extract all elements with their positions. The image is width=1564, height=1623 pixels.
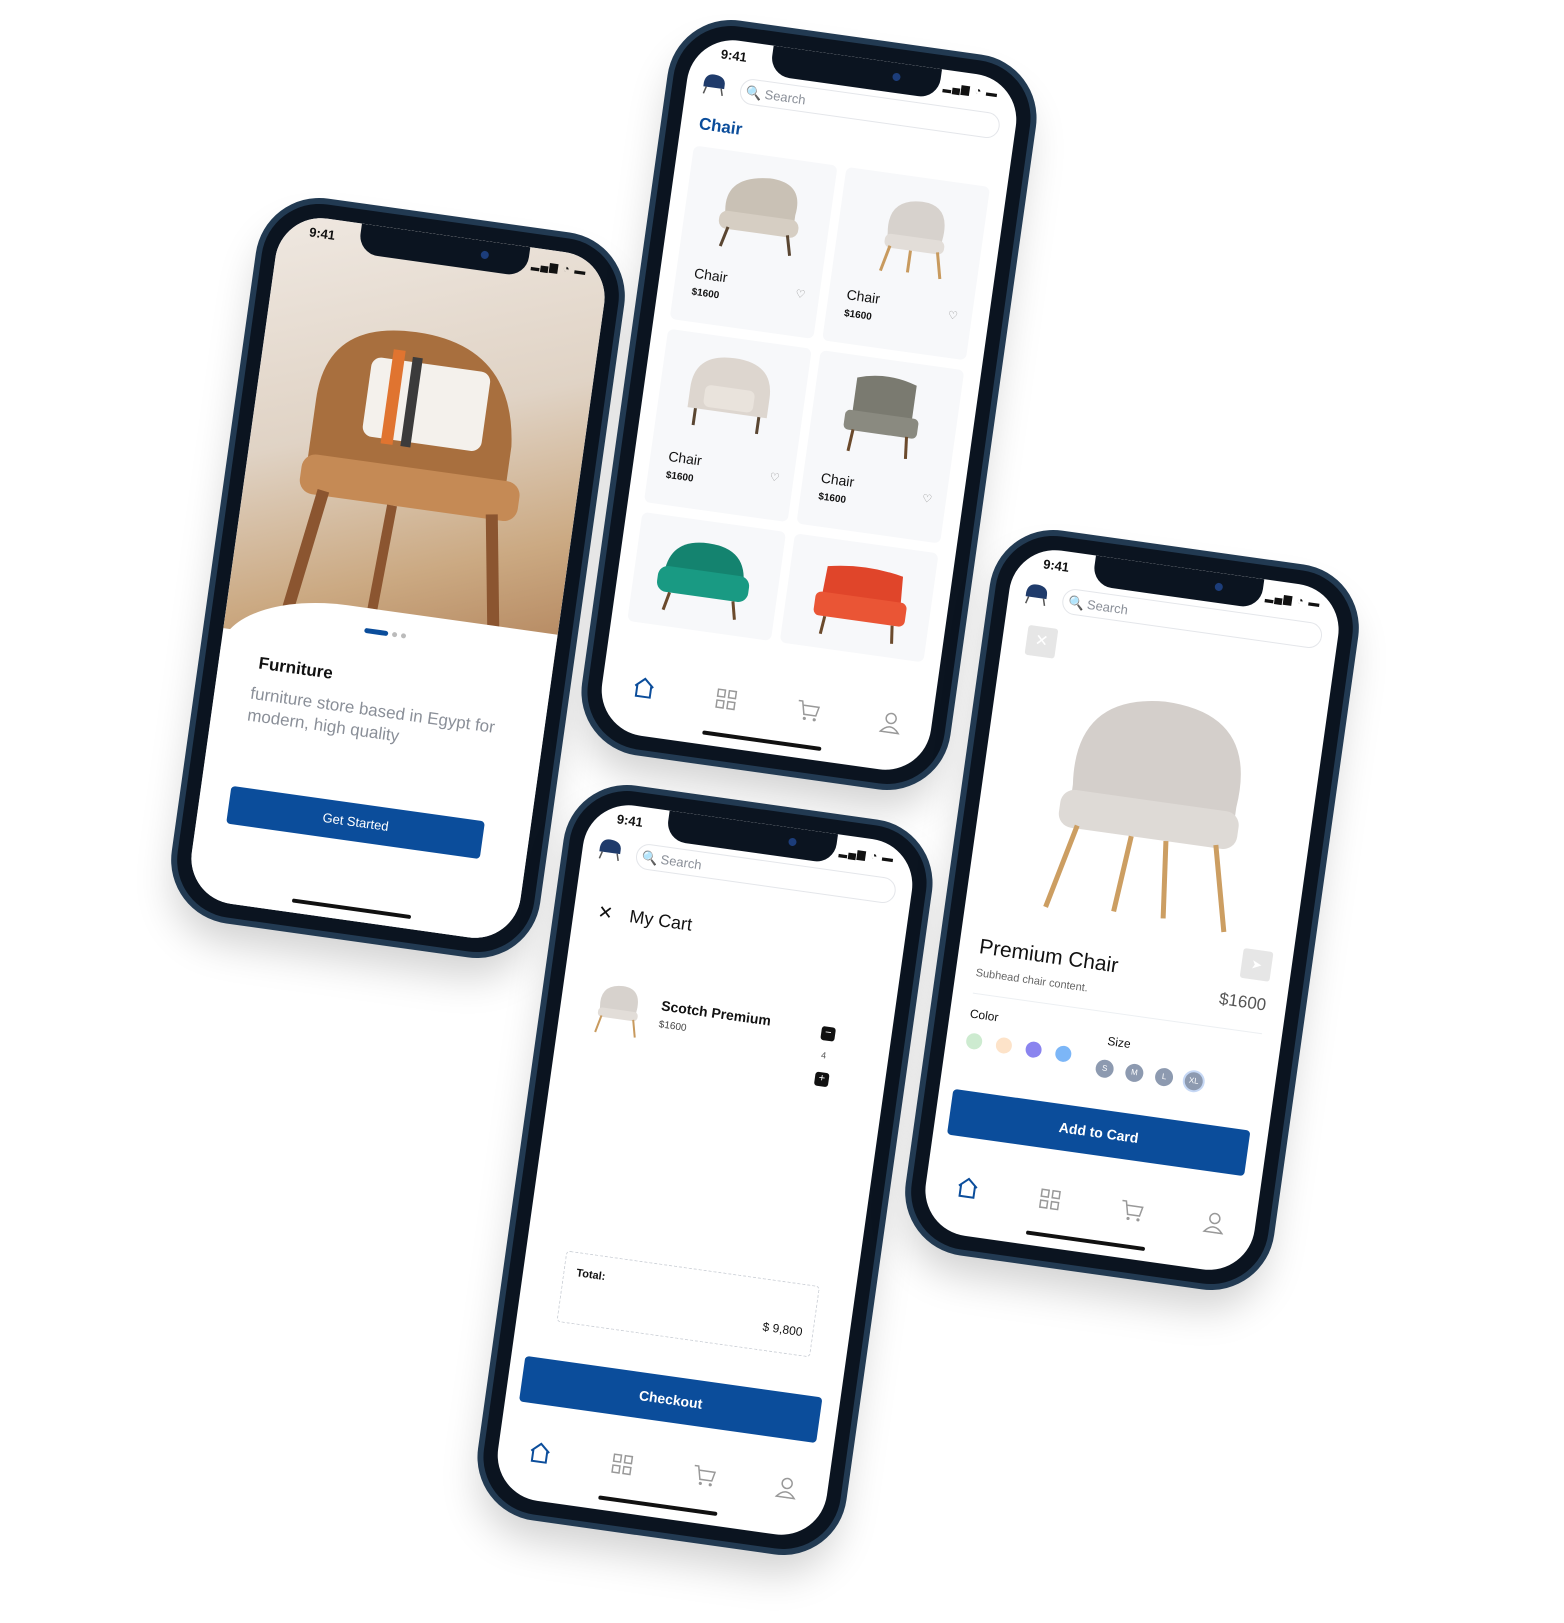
close-button[interactable]: ✕ (1024, 624, 1059, 659)
product-image (813, 565, 907, 644)
cart-title: My Cart (628, 906, 694, 935)
cart-icon[interactable] (794, 697, 821, 724)
store-logo (702, 74, 725, 97)
cart-item-price: $1600 (658, 1019, 688, 1034)
search-icon: 🔍 (744, 84, 764, 102)
product-price: $1600 (843, 308, 873, 323)
profile-icon[interactable] (773, 1474, 800, 1501)
catalog-heading: Chair (697, 114, 744, 139)
phone-product-detail: 9:41 ▂▄▆ ◔ ▬ Search 🔍 ✕ ➤ Premium Chair … (903, 528, 1361, 1292)
product-detail-screen: 9:41 ▂▄▆ ◔ ▬ Search 🔍 ✕ ➤ Premium Chair … (919, 544, 1345, 1276)
product-name: Chair (693, 264, 729, 286)
product-price: $1600 (690, 286, 720, 302)
grid-icon[interactable] (712, 686, 739, 713)
phone-cart: 9:41 ▂▄▆ ◔ ▬ Search 🔍 ✕ My Cart Scotch P… (475, 783, 935, 1557)
product-card[interactable]: Chair $1600 ♡ (822, 166, 991, 361)
product-image (878, 201, 945, 280)
total-box: Total: $ 9,800 (556, 1250, 820, 1358)
cart-screen: 9:41 ▂▄▆ ◔ ▬ Search 🔍 ✕ My Cart Scotch P… (491, 799, 919, 1541)
product-name: Chair (845, 286, 882, 307)
color-swatch[interactable] (994, 1036, 1013, 1055)
home-icon[interactable] (526, 1439, 553, 1466)
decrease-qty-button[interactable]: − (820, 1025, 837, 1042)
home-icon[interactable] (954, 1174, 981, 1201)
size-label: Size (1106, 1033, 1132, 1052)
profile-icon[interactable] (1200, 1209, 1227, 1236)
status-time: 9:41 (1042, 556, 1071, 575)
product-card[interactable]: Chair $1600 ♡ (643, 328, 812, 523)
onboarding-screen: 9:41 ▂▄▆ ◔ ▬ Furniture furniture store b… (185, 212, 611, 944)
cart-icon[interactable] (690, 1462, 717, 1489)
status-icons: ▂▄▆ ◔ ▬ (1264, 590, 1322, 611)
store-logo (598, 839, 621, 862)
bottom-nav (600, 662, 934, 748)
cart-icon[interactable] (1118, 1197, 1145, 1224)
color-label: Color (969, 1006, 1000, 1025)
color-swatch[interactable] (965, 1032, 984, 1051)
bottom-nav (496, 1427, 830, 1513)
size-option-l[interactable]: L (1153, 1066, 1175, 1088)
home-indicator (1025, 1230, 1146, 1252)
status-icons: ▂▄▆ ◔ ▬ (942, 80, 999, 101)
size-option-m[interactable]: M (1124, 1062, 1145, 1084)
catalog-screen: 9:41 ▂▄▆ ◔ ▬ Search 🔍 Chair Chair $1600 … (595, 34, 1023, 776)
close-icon[interactable]: ✕ (596, 902, 615, 925)
profile-icon[interactable] (877, 709, 904, 736)
status-time: 9:41 (615, 811, 644, 830)
status-time: 9:41 (719, 46, 748, 65)
product-image (687, 357, 771, 435)
cart-item-image (594, 985, 638, 1038)
product-card[interactable]: Chair $1600 ♡ (669, 145, 838, 339)
size-option-xl[interactable]: XL (1183, 1071, 1204, 1092)
search-icon: 🔍 (640, 849, 660, 867)
product-image (656, 542, 750, 620)
bottom-nav (923, 1162, 1257, 1248)
home-indicator (598, 1495, 718, 1517)
heart-icon[interactable]: ♡ (947, 309, 959, 323)
heart-icon[interactable]: ♡ (921, 492, 933, 506)
onboarding-card (185, 588, 558, 944)
phone-onboarding: 9:41 ▂▄▆ ◔ ▬ Furniture furniture store b… (169, 196, 627, 960)
heart-icon[interactable]: ♡ (769, 470, 781, 484)
total-value: $ 9,800 (761, 1319, 804, 1340)
store-logo (1024, 584, 1048, 606)
product-image (718, 178, 799, 257)
add-to-card-button[interactable]: Add to Card (946, 1088, 1251, 1177)
product-price: $1600 (1217, 989, 1268, 1015)
increase-qty-button[interactable]: + (813, 1071, 830, 1088)
product-card[interactable] (779, 533, 939, 663)
home-icon[interactable] (630, 674, 657, 701)
phone-catalog: 9:41 ▂▄▆ ◔ ▬ Search 🔍 Chair Chair $1600 … (579, 18, 1039, 792)
product-price: $1600 (817, 491, 847, 507)
color-swatch[interactable] (1054, 1044, 1073, 1063)
product-name: Chair (819, 469, 856, 490)
grid-icon[interactable] (1036, 1186, 1063, 1213)
status-icons: ▂▄▆ ◔ ▬ (838, 845, 895, 866)
home-indicator (702, 730, 822, 752)
product-image (843, 375, 919, 460)
product-card[interactable] (627, 511, 787, 641)
search-icon: 🔍 (1067, 594, 1086, 612)
quantity-value: 4 (820, 1050, 827, 1061)
checkout-button[interactable]: Checkout (518, 1355, 823, 1444)
product-card[interactable]: Chair $1600 ♡ (796, 350, 965, 544)
color-swatch[interactable] (1024, 1040, 1043, 1059)
product-name: Chair (667, 448, 703, 469)
share-button[interactable]: ➤ (1239, 947, 1274, 982)
product-hero-image (1043, 701, 1241, 933)
product-price: $1600 (665, 469, 695, 485)
size-option-s[interactable]: S (1094, 1058, 1115, 1079)
total-label: Total: (575, 1267, 607, 1284)
heart-icon[interactable]: ♡ (795, 287, 807, 301)
grid-icon[interactable] (608, 1451, 635, 1478)
